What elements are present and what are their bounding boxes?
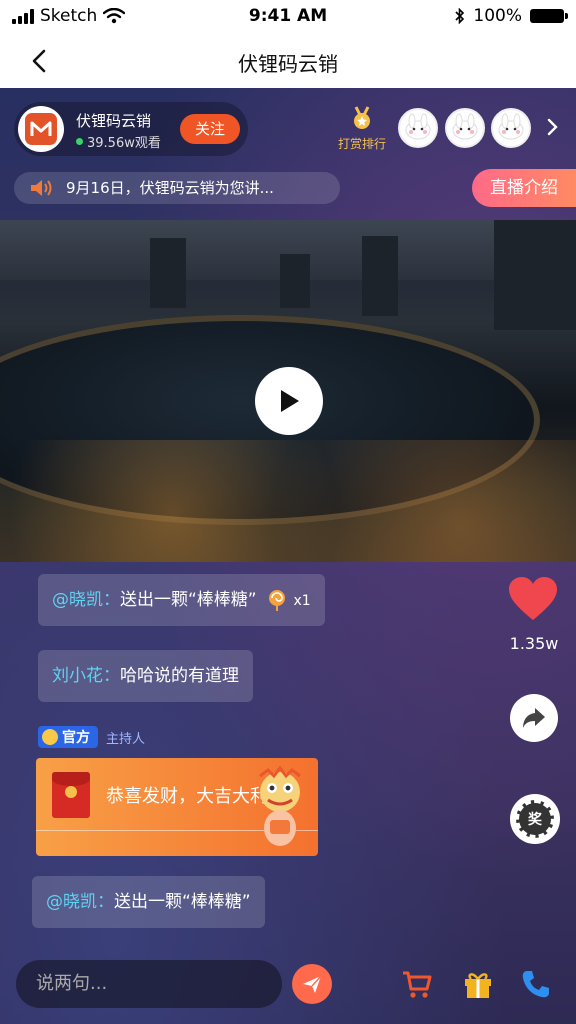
shield-icon [42, 729, 58, 745]
phone-icon[interactable] [520, 968, 552, 1000]
host-avatar[interactable] [18, 106, 64, 152]
viewer-count: 39.56w观看 [87, 136, 161, 151]
chat-text: 哈哈说的有道理 [120, 666, 239, 686]
official-badge: 官方 [38, 726, 98, 748]
battery-label: 100% [473, 6, 522, 26]
chat-message: 刘小花：哈哈说的有道理 [38, 650, 253, 702]
gift-count: x1 [293, 593, 311, 609]
chat-message: @晓凯：送出一颗“棒棒糖” x1 [38, 574, 325, 626]
video-player[interactable] [0, 220, 576, 562]
lion-dance-icon [259, 766, 301, 846]
host-name: 伏锂码云销 [76, 112, 152, 130]
chat-text: 送出一颗“棒棒糖” [114, 892, 251, 912]
fan-avatar[interactable] [398, 108, 438, 148]
fan-avatar[interactable] [491, 108, 531, 148]
video-building [150, 238, 186, 308]
chat-username[interactable]: @晓凯： [52, 590, 120, 610]
chat-message: @晓凯：送出一颗“棒棒糖” [32, 876, 265, 928]
host-role-label: 主持人 [106, 731, 146, 747]
share-button[interactable] [510, 694, 558, 742]
coin-icon [65, 786, 77, 798]
like-count: 1.35w [509, 634, 559, 653]
prize-draw-label: 奖 [516, 800, 554, 838]
video-building [362, 236, 398, 316]
brand-logo-icon [25, 113, 57, 145]
video-lights [0, 440, 576, 562]
share-arrow-icon [523, 708, 545, 728]
medal-icon [354, 106, 370, 129]
chat-text: 送出一颗“棒棒糖” [120, 590, 257, 610]
follow-button[interactable]: 关注 [180, 114, 240, 144]
red-packet-card[interactable]: 恭喜发财，大吉大利 [36, 758, 318, 856]
bunny-avatar-icon [405, 113, 431, 140]
live-intro-button[interactable]: 直播介绍 [472, 169, 576, 207]
video-building [280, 254, 310, 308]
announcement-bar[interactable]: 9月16日，伏锂码云销为您讲... [14, 172, 340, 204]
play-button[interactable] [255, 367, 323, 435]
fan-avatar[interactable] [445, 108, 485, 148]
live-dot-icon [76, 138, 83, 145]
prize-draw-button[interactable]: 奖 [510, 794, 560, 844]
viewer-count-row: 39.56w观看 [76, 132, 161, 151]
host-info[interactable]: 伏锂码云销 39.56w观看 关注 [14, 102, 248, 156]
tip-ranking[interactable]: 打赏排行 [330, 106, 394, 152]
chevron-right-icon[interactable] [544, 118, 562, 136]
status-bar: Sketch 9:41 AM 100% [0, 0, 576, 34]
paper-plane-icon [303, 975, 322, 993]
battery-icon [530, 9, 568, 23]
bluetooth-icon [455, 8, 465, 24]
like-heart-icon[interactable] [508, 576, 558, 622]
lollipop-icon [269, 590, 286, 611]
live-room: 伏锂码云销 39.56w观看 关注 打赏排行 9月16日，伏锂码云销为您讲...… [0, 88, 576, 1024]
chat-username[interactable]: @晓凯： [46, 892, 114, 912]
tip-ranking-label: 打赏排行 [337, 137, 386, 151]
announcement-text: 9月16日，伏锂码云销为您讲... [66, 179, 274, 197]
bunny-avatar-icon [498, 113, 524, 140]
speaker-icon [31, 180, 52, 196]
comment-input[interactable]: 说两句... [16, 960, 282, 1008]
bunny-avatar-icon [452, 113, 478, 140]
gift-icon[interactable] [462, 968, 494, 1000]
shopping-cart-icon[interactable] [401, 968, 433, 1000]
page-title: 伏锂码云销 [238, 52, 338, 76]
send-button[interactable] [292, 964, 332, 1004]
red-packet-text: 恭喜发财，大吉大利 [106, 786, 268, 807]
official-badge-label: 官方 [62, 730, 90, 746]
status-right: 100% [455, 6, 568, 26]
chat-username[interactable]: 刘小花： [52, 666, 120, 686]
video-building [494, 220, 576, 330]
nav-bar: 伏锂码云销 [0, 34, 576, 88]
play-icon [281, 390, 299, 412]
official-host-tag: 官方 主持人 [38, 726, 145, 748]
